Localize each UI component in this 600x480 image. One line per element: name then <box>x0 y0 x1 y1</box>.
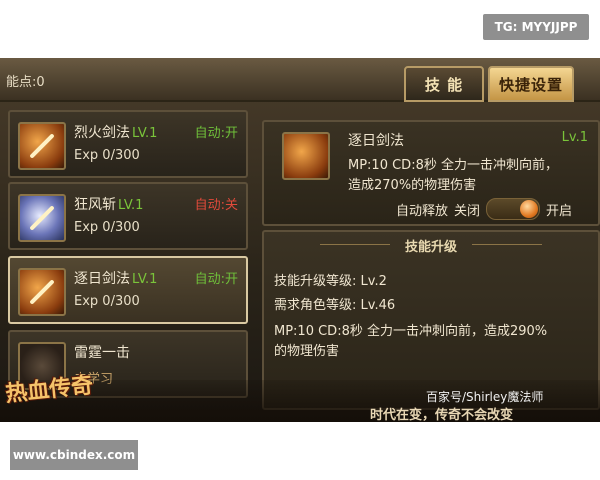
skill-card-wind-slash[interactable]: 狂风斩 LV.1 自动:关 Exp 0/300 <box>8 182 248 250</box>
upgrade-level-text: 技能升级等级: Lv.2 <box>274 274 387 289</box>
sun-sword-icon <box>282 132 330 180</box>
skill-auto-status[interactable]: 自动:开 <box>195 268 238 287</box>
toggle-knob <box>520 200 539 218</box>
detail-description-line1: MP:10 CD:8秒 全力一击冲刺向前， <box>348 158 558 173</box>
upgrade-description-line1: MP:10 CD:8秒 全力一击冲刺向前，造成290% <box>274 324 548 339</box>
upgrade-title: 技能升级 <box>404 240 457 255</box>
skill-exp: Exp 0/300 <box>74 148 140 163</box>
skill-level: LV.1 <box>132 126 158 141</box>
top-watermark: TG: MYYJJPP <box>483 14 589 40</box>
detail-description-line2: 造成270%的物理伤害 <box>348 178 477 193</box>
upgrade-description-line2: 的物理伤害 <box>274 344 340 359</box>
tab-shortcut-settings[interactable]: 快捷设置 <box>488 66 574 102</box>
fire-sword-icon <box>18 122 66 170</box>
skill-name: 逐日剑法 LV.1 <box>74 271 158 287</box>
skill-points-label: 能点:0 <box>6 75 45 90</box>
skill-auto-status[interactable]: 自动:开 <box>195 122 238 141</box>
title-ornament-right <box>472 244 542 245</box>
required-level-text: 需求角色等级: Lv.46 <box>274 298 396 313</box>
skill-level: LV.1 <box>118 198 144 213</box>
skill-name: 雷霆一击 <box>74 345 130 361</box>
skill-name: 烈火剑法 LV.1 <box>74 125 158 141</box>
top-bar: 能点:0 技 能 快捷设置 <box>0 58 600 102</box>
skill-name: 狂风斩 LV.1 <box>74 197 144 213</box>
toggle-on-label: 开启 <box>546 203 573 219</box>
skill-exp: Exp 0/300 <box>74 220 140 235</box>
skill-auto-status[interactable]: 自动:关 <box>195 194 238 213</box>
tab-skills[interactable]: 技 能 <box>404 66 484 102</box>
detail-skill-name: 逐日剑法 <box>348 133 404 149</box>
sun-sword-icon <box>18 268 66 316</box>
slogan-text: 时代在变，传奇不会改变 <box>370 408 514 422</box>
skill-detail-panel: 逐日剑法 Lv.1 MP:10 CD:8秒 全力一击冲刺向前， 造成270%的物… <box>262 120 600 226</box>
wind-slash-icon <box>18 194 66 242</box>
auto-release-toggle[interactable] <box>486 198 541 220</box>
skill-card-sun-sword[interactable]: 逐日剑法 LV.1 自动:开 Exp 0/300 <box>8 256 248 324</box>
skill-level: LV.1 <box>132 272 158 287</box>
bottom-watermark: www.cbindex.com <box>10 440 138 470</box>
auto-release-label: 自动释放 <box>396 203 449 219</box>
bottom-banner: 热血传奇 百家号/Shirley魔法师 时代在变，传奇不会改变 <box>0 372 600 422</box>
skill-card-fire-sword[interactable]: 烈火剑法 LV.1 自动:开 Exp 0/300 <box>8 110 248 178</box>
skill-exp: Exp 0/300 <box>74 294 140 309</box>
game-screen: 能点:0 技 能 快捷设置 烈火剑法 LV.1 自动:开 Exp 0/300 狂风… <box>0 58 600 422</box>
source-watermark: 百家号/Shirley魔法师 <box>426 390 544 404</box>
auto-release-row: 自动释放 关闭 开启 <box>396 198 572 220</box>
toggle-off-label: 关闭 <box>454 203 481 219</box>
detail-skill-level: Lv.1 <box>561 130 588 145</box>
